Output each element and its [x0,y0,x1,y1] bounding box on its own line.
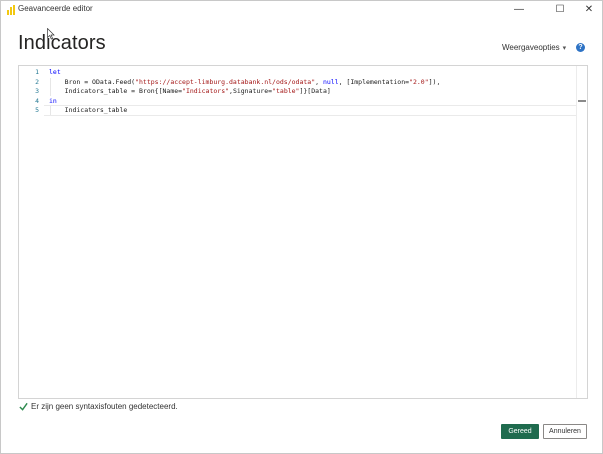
line-number: 4 [35,96,39,105]
code-token: in [49,96,57,105]
close-button[interactable]: ✕ [576,1,602,19]
syntax-status: Er zijn geen syntaxisfouten gedetecteerd… [19,402,178,412]
view-options-dropdown[interactable]: Weergaveopties ▾ [502,43,566,52]
help-icon[interactable]: ? [576,43,585,52]
chevron-down-icon: ▾ [562,45,567,52]
page-title: Indicators [18,32,106,54]
code-editor[interactable]: 12345 let Bron = OData.Feed("https://acc… [18,65,588,399]
vertical-scrollbar[interactable] [576,66,587,398]
code-line[interactable]: Indicators_table = Bron{[Name="Indicator… [49,87,331,95]
line-number-gutter: 12345 [19,66,43,398]
cancel-button[interactable]: Annuleren [543,424,587,439]
scroll-position-marker [578,100,586,102]
code-token: , [315,77,323,86]
code-token: Indicators_table = Bron{[Name= [49,87,183,96]
code-line[interactable]: Bron = OData.Feed("https://accept-limbur… [49,77,441,86]
code-token: Indicators_table [49,106,128,115]
code-line[interactable]: Indicators_table [49,106,128,115]
checkmark-icon [19,403,28,412]
minimize-button[interactable]: — [506,1,532,19]
code-token: ]), [428,77,441,86]
code-token: "Indicators" [182,87,230,96]
view-options-label: Weergaveopties [502,43,560,52]
line-number: 2 [35,77,39,86]
code-token: "2.0" [409,77,429,86]
code-token: ]}[Data] [299,87,331,96]
done-button[interactable]: Gereed [501,424,539,439]
mouse-pointer-icon [47,28,55,40]
code-token: null [322,77,339,86]
window-title: Geavanceerde editor [18,4,93,13]
code-line[interactable]: in [49,97,57,105]
code-token: Bron = OData.Feed( [49,77,136,86]
advanced-editor-window: Geavanceerde editor — ☐ ✕ Indicators Wee… [0,0,603,454]
line-number: 3 [35,87,39,96]
code-line[interactable]: let [49,68,61,76]
code-token: "table" [272,87,300,96]
code-token: , [Implementation= [338,77,410,86]
power-bi-icon [7,5,15,15]
maximize-button[interactable]: ☐ [547,1,573,19]
syntax-status-text: Er zijn geen syntaxisfouten gedetecteerd… [31,402,178,411]
line-number: 5 [35,106,39,115]
code-token: ,Signature= [229,87,273,96]
code-token: let [49,68,61,76]
line-number: 1 [35,68,39,76]
code-token: "https://accept-limburg.databank.nl/ods/… [135,77,316,86]
title-bar: Geavanceerde editor — ☐ ✕ [1,1,602,19]
